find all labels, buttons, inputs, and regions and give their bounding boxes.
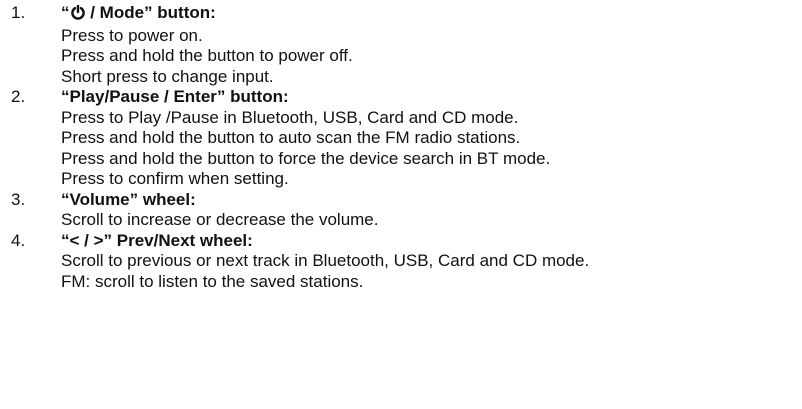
item-heading: “ / Mode” button: — [61, 3, 802, 26]
description-line: Press and hold the button to power off. — [61, 46, 353, 65]
description-line: FM: scroll to listen to the saved statio… — [61, 271, 364, 291]
power-icon — [70, 4, 85, 26]
list-item-play-pause: 2. “Play/Pause / Enter” button: Press to… — [0, 87, 802, 190]
description-line: Press and hold the button to force the d… — [61, 148, 551, 168]
heading-suffix: / Mode” button: — [85, 3, 216, 22]
item-number: 2. — [11, 87, 26, 106]
description-line: Scroll to increase or decrease the volum… — [61, 210, 379, 229]
description-line: Press and hold the button to auto scan t… — [61, 128, 521, 147]
list-item-prev-next: 4. “< / >” Prev/Next wheel: Scroll to pr… — [0, 231, 802, 293]
heading-prefix: “ — [61, 3, 70, 22]
list-item-power-mode: 1. “ / Mode” button: Press to power on. … — [0, 3, 802, 87]
description-line: Press to confirm when setting. — [61, 169, 289, 188]
description-line: Scroll to previous or next track in Blue… — [61, 251, 590, 270]
instruction-list: 1. “ / Mode” button: Press to power on. … — [0, 0, 802, 409]
item-number: 1. — [11, 3, 26, 22]
item-heading: “Volume” wheel: — [61, 189, 196, 209]
item-number: 4. — [11, 230, 26, 250]
item-number: 3. — [11, 189, 26, 209]
description-line: Short press to change input. — [61, 66, 274, 86]
description-line: Press to power on. — [61, 25, 203, 45]
item-heading: “< / >” Prev/Next wheel: — [61, 230, 253, 250]
description-line: Press to Play /Pause in Bluetooth, USB, … — [61, 107, 519, 127]
item-heading: “Play/Pause / Enter” button: — [61, 87, 289, 106]
list-item-volume: 3. “Volume” wheel: Scroll to increase or… — [0, 190, 802, 231]
